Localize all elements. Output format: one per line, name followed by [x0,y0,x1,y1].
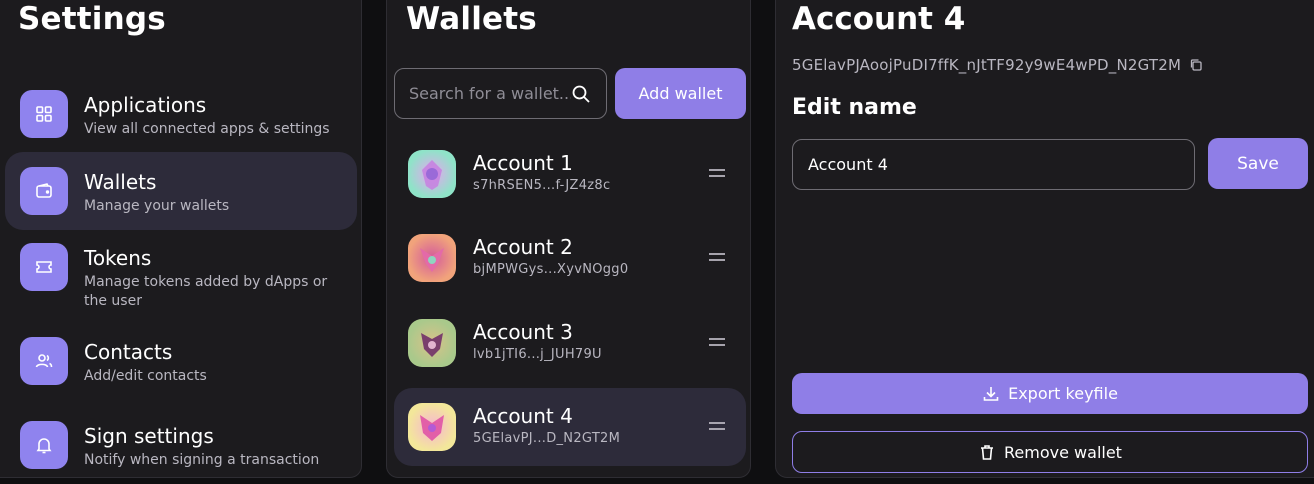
settings-title: Settings [18,1,166,37]
search-icon[interactable] [571,84,591,104]
users-icon [20,337,68,385]
download-icon [983,386,999,401]
remove-wallet-label: Remove wallet [1004,442,1122,462]
bell-icon [20,421,68,469]
menu-item-wallets[interactable]: Wallets Manage your wallets [5,152,357,230]
wallets-panel: Wallets Add wallet Account 1 s7hRSEN5...… [386,0,751,478]
menu-description: Manage your wallets [84,198,230,214]
add-wallet-button[interactable]: Add wallet [615,68,746,119]
detail-title: Account 4 [792,1,966,37]
avatar [408,234,456,282]
wallet-name: Account 2 [473,235,573,259]
menu-description: Notify when signing a transaction [84,452,320,468]
drag-handle-icon[interactable] [708,165,726,181]
avatar [408,150,456,198]
copy-icon[interactable] [1189,58,1203,72]
wallet-name: Account 1 [473,151,573,175]
drag-handle-icon[interactable] [708,418,726,434]
menu-label: Sign settings [84,424,214,448]
avatar [408,403,456,451]
wallet-item-account-4[interactable]: Account 4 5GElavPJ...D_N2GT2M [394,388,746,466]
name-input[interactable] [808,140,1178,189]
wallet-address: bjMPWGys...XyvNOgg0 [473,262,629,277]
wallet-name: Account 3 [473,320,573,344]
menu-item-sign-settings[interactable]: Sign settings Notify when signing a tran… [5,406,357,484]
wallet-icon [20,167,68,215]
detail-address: 5GElavPJAoojPuDI7ffK_nJtTF92y9wE4wPD_N2G… [792,56,1182,74]
menu-description: View all connected apps & settings [84,121,330,137]
wallet-detail-panel: Account 4 5GElavPJAoojPuDI7ffK_nJtTF92y9… [775,0,1314,478]
menu-description: Manage tokens added by dApps or the user [84,274,328,309]
export-keyfile-button[interactable]: Export keyfile [792,373,1308,414]
grid-icon [20,90,68,138]
menu-description: Add/edit contacts [84,368,207,384]
detail-address-row: 5GElavPJAoojPuDI7ffK_nJtTF92y9wE4wPD_N2G… [792,56,1203,74]
avatar [408,319,456,367]
drag-handle-icon[interactable] [708,249,726,265]
menu-label: Contacts [84,340,173,364]
ticket-icon [20,243,68,291]
trash-icon [981,445,994,460]
menu-item-contacts[interactable]: Contacts Add/edit contacts [5,322,357,400]
menu-label: Applications [84,93,207,117]
search-box[interactable] [394,68,607,119]
edit-name-title: Edit name [792,95,917,120]
wallet-item-account-1[interactable]: Account 1 s7hRSEN5...f-JZ4z8c [394,135,746,213]
search-input[interactable] [409,69,571,118]
wallet-item-account-3[interactable]: Account 3 lvb1jTI6...j_JUH79U [394,304,746,382]
menu-item-applications[interactable]: Applications View all connected apps & s… [5,75,357,153]
wallet-item-account-2[interactable]: Account 2 bjMPWGys...XyvNOgg0 [394,219,746,297]
menu-item-tokens[interactable]: Tokens Manage tokens added by dApps or t… [5,228,357,312]
wallets-title: Wallets [406,1,537,37]
wallet-address: lvb1jTI6...j_JUH79U [473,347,602,362]
menu-label: Wallets [84,170,157,194]
drag-handle-icon[interactable] [708,334,726,350]
menu-label: Tokens [84,246,152,270]
save-button[interactable]: Save [1208,138,1308,189]
remove-wallet-button[interactable]: Remove wallet [792,431,1308,473]
settings-panel: Settings Applications View all connected… [0,0,362,478]
export-keyfile-label: Export keyfile [1008,384,1118,403]
wallet-name: Account 4 [473,404,573,428]
name-field[interactable] [792,139,1195,190]
wallet-address: s7hRSEN5...f-JZ4z8c [473,178,611,193]
wallet-address: 5GElavPJ...D_N2GT2M [473,431,621,446]
